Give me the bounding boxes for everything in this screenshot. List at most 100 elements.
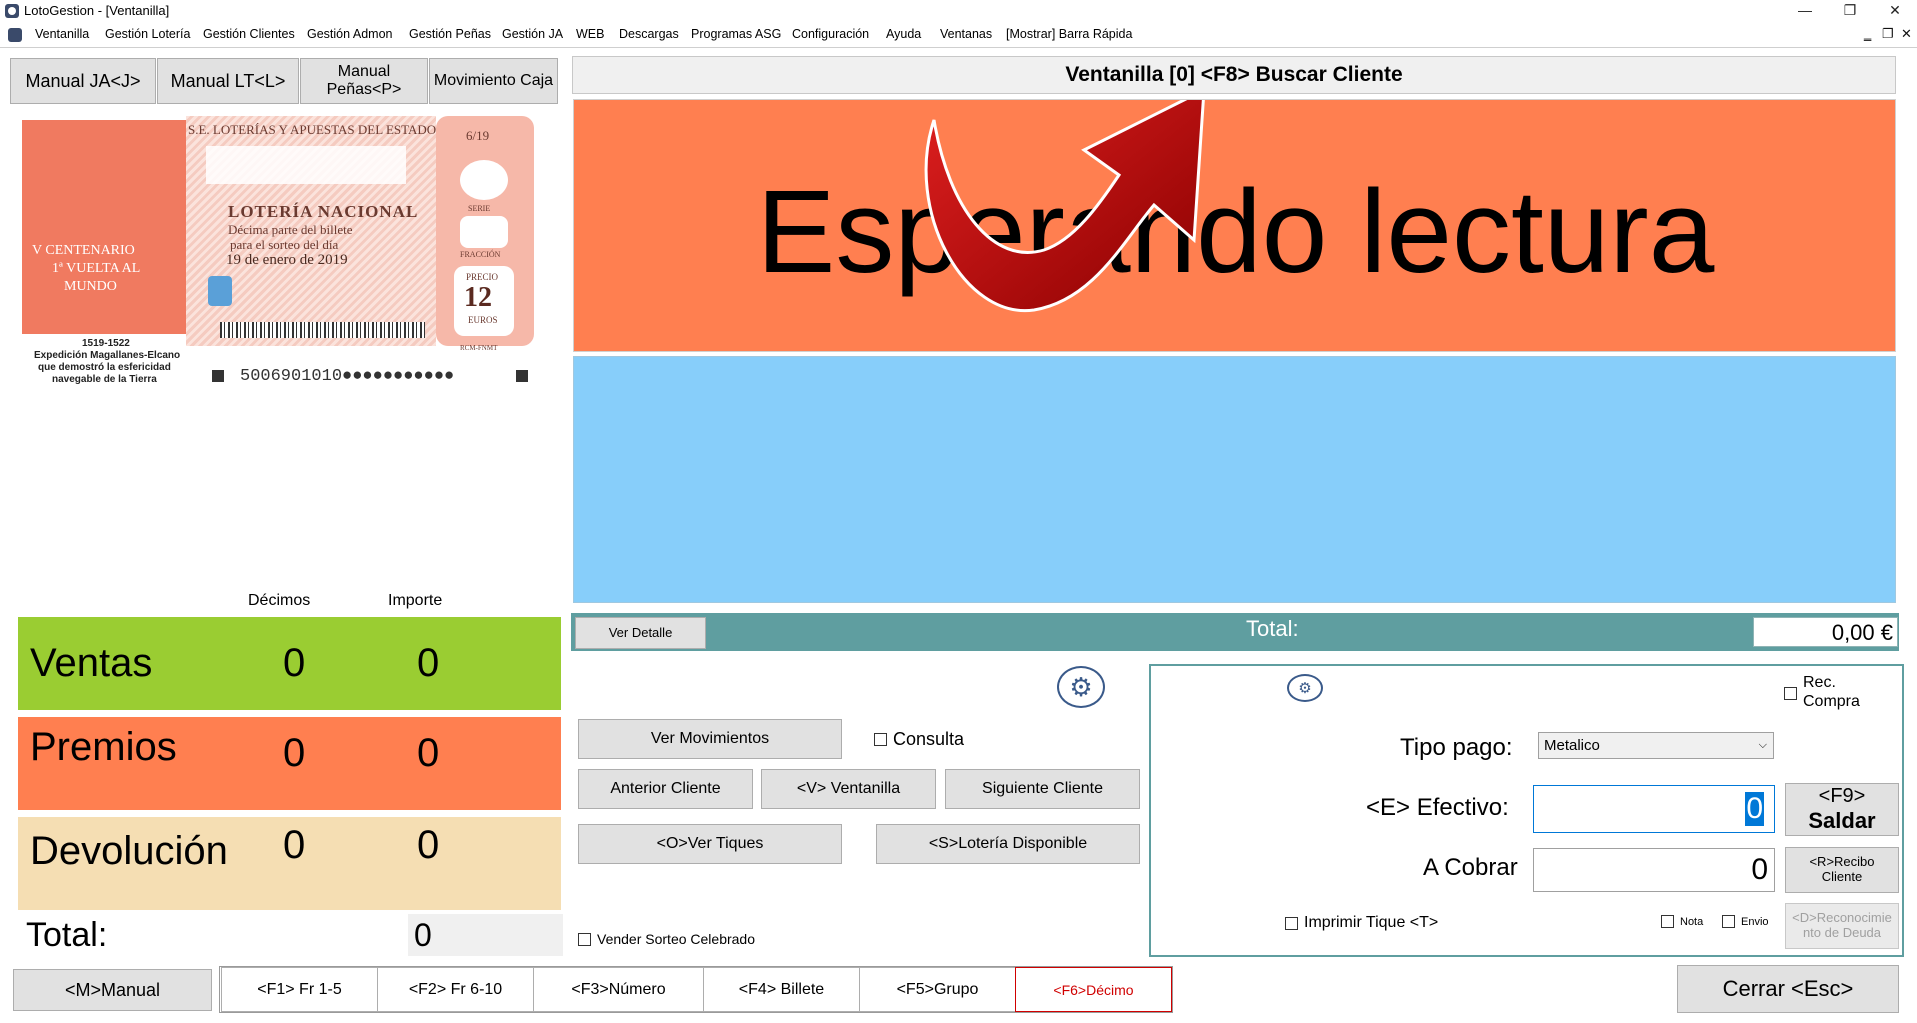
menu-ayuda[interactable]: Ayuda: [886, 27, 921, 41]
a-cobrar-label: A Cobrar: [1423, 854, 1518, 881]
ventas-label: Ventas: [30, 641, 153, 685]
f6-button[interactable]: <F6>Décimo: [1015, 967, 1172, 1012]
ticket-subtitle-1: Décima parte del billete: [228, 222, 353, 237]
consulta-checkbox-box[interactable]: [874, 733, 887, 746]
devolucion-importe: 0: [417, 823, 440, 867]
imprimir-tique-checkbox[interactable]: Imprimir Tique <T>: [1285, 914, 1438, 932]
menu-web[interactable]: WEB: [576, 27, 604, 41]
f5-button[interactable]: <F5>Grupo: [859, 967, 1016, 1012]
menu-ventanilla[interactable]: Ventanilla: [35, 27, 89, 41]
premios-importe: 0: [417, 731, 440, 775]
close-icon[interactable]: ✕: [1872, 0, 1917, 22]
menu-programas-asg[interactable]: Programas ASG: [691, 27, 781, 41]
restore-icon[interactable]: ❐: [1827, 0, 1873, 22]
menu-gestion-ja[interactable]: Gestión JA: [502, 27, 563, 41]
ticket-body: S.E. LOTERÍAS Y APUESTAS DEL ESTADO LOTE…: [186, 116, 436, 346]
vender-sorteo-checkbox[interactable]: Vender Sorteo Celebrado: [578, 931, 755, 947]
app-icon: [5, 4, 19, 18]
tipo-pago-select[interactable]: Metalico ⌵: [1538, 732, 1774, 759]
ticket-date: 19 de enero de 2019: [226, 252, 348, 268]
ventanilla-header[interactable]: Ventanilla [0] <F8> Buscar Cliente: [572, 56, 1896, 94]
ventas-box: Ventas 0 0: [18, 617, 561, 710]
f3-button[interactable]: <F3>Número: [533, 967, 704, 1012]
mdi-minimize-icon[interactable]: ‗: [1864, 26, 1871, 41]
ticket-years: 1519-1522: [82, 338, 130, 349]
siguiente-cliente-button[interactable]: Siguiente Cliente: [945, 769, 1140, 809]
ticket-number-badge: 6/19: [466, 128, 490, 143]
document-icon[interactable]: [8, 28, 22, 42]
consulta-checkbox[interactable]: Consulta: [874, 729, 964, 750]
ticket-seal-icon: [208, 276, 232, 306]
manual-lt-button[interactable]: Manual LT<L>: [157, 58, 299, 104]
stats-total-label: Total:: [26, 916, 108, 954]
envio-checkbox[interactable]: Envio: [1722, 915, 1769, 928]
vender-sorteo-checkbox-box[interactable]: [578, 932, 591, 946]
manual-ja-button[interactable]: Manual JA<J>: [10, 58, 156, 104]
minimize-icon[interactable]: —: [1782, 0, 1828, 22]
movimiento-caja-button[interactable]: Movimiento Caja: [429, 58, 558, 104]
ticket-fraccion-box: [460, 216, 508, 248]
nota-label: Nota: [1680, 915, 1704, 928]
menu-gestion-penas[interactable]: Gestión Peñas: [409, 27, 491, 41]
menu-barra-rapida[interactable]: [Mostrar] Barra Rápida: [1006, 27, 1132, 41]
f2-button[interactable]: <F2> Fr 6-10: [377, 967, 534, 1012]
recibo-cliente-button[interactable]: <R>Recibo Cliente: [1785, 847, 1899, 893]
recibo-line-1: <R>Recibo: [1809, 854, 1875, 870]
devolucion-decimos: 0: [283, 823, 306, 867]
cerrar-button[interactable]: Cerrar <Esc>: [1677, 965, 1899, 1013]
rec-compra-checkbox-box[interactable]: [1784, 687, 1797, 701]
frame-divider: [0, 47, 1917, 48]
ticket-subtitle-2: para el sorteo del día: [230, 237, 339, 252]
menu-ventanas[interactable]: Ventanas: [940, 27, 992, 41]
ticket-header: S.E. LOTERÍAS Y APUESTAS DEL ESTADO: [188, 122, 437, 137]
lottery-ticket-image: V CENTENARIO 1ª VUELTA AL MUNDO 1519-152…: [22, 116, 538, 391]
ticket-caption-2: que demostró la esfericidad: [38, 362, 171, 373]
tipo-pago-label: Tipo pago:: [1400, 734, 1513, 761]
ticket-precio-label: PRECIO: [466, 272, 499, 282]
a-cobrar-input[interactable]: 0: [1533, 848, 1775, 892]
ticket-serie-box: [460, 160, 508, 200]
reconocimiento-deuda-button[interactable]: <D>Reconocimie nto de Deuda: [1785, 903, 1899, 949]
ver-tiques-button[interactable]: <O>Ver Tiques: [578, 824, 842, 864]
menu-gestion-loteria[interactable]: Gestión Lotería: [105, 27, 190, 41]
a-cobrar-value[interactable]: 0: [1751, 853, 1768, 887]
mdi-close-icon[interactable]: ✕: [1901, 26, 1912, 42]
menu-configuracion[interactable]: Configuración: [792, 27, 869, 41]
settings-gear-icon[interactable]: ⚙: [1057, 666, 1105, 708]
ver-movimientos-button[interactable]: Ver Movimientos: [578, 719, 842, 759]
rec-compra-checkbox[interactable]: [1784, 685, 1803, 703]
manual-button[interactable]: <M>Manual: [13, 969, 212, 1011]
f4-button[interactable]: <F4> Billete: [703, 967, 860, 1012]
payment-gear-icon[interactable]: ⚙: [1287, 674, 1323, 702]
envio-checkbox-box[interactable]: [1722, 915, 1735, 928]
recibo-line-2: Cliente: [1821, 869, 1863, 884]
total-bar: [571, 613, 1899, 651]
ticket-left-panel: V CENTENARIO 1ª VUELTA AL MUNDO: [22, 120, 186, 334]
premios-decimos: 0: [283, 731, 306, 775]
efectivo-value[interactable]: 0: [1745, 792, 1764, 826]
consulta-label: Consulta: [893, 729, 965, 749]
ticket-blank-box: [206, 146, 406, 184]
devolucion-label: Devolución: [30, 829, 228, 873]
chevron-down-icon[interactable]: ⌵: [1759, 733, 1767, 758]
f1-button[interactable]: <F1> Fr 1-5: [221, 967, 378, 1012]
mdi-restore-icon[interactable]: ❐: [1882, 26, 1894, 42]
envio-label: Envio: [1741, 915, 1769, 928]
ticket-title: LOTERÍA NACIONAL: [228, 202, 419, 221]
menu-gestion-clientes[interactable]: Gestión Clientes: [203, 27, 295, 41]
status-panel: Esperando lectura: [573, 99, 1896, 352]
ventanilla-button[interactable]: <V> Ventanilla: [761, 769, 936, 809]
loteria-disponible-button[interactable]: <S>Lotería Disponible: [876, 824, 1140, 864]
saldar-button[interactable]: <F9> Saldar: [1785, 783, 1899, 836]
ticket-caption-3: navegable de la Tierra: [52, 374, 157, 385]
ver-detalle-button[interactable]: Ver Detalle: [575, 617, 706, 649]
manual-penas-button[interactable]: Manual Peñas<P>: [300, 58, 428, 104]
imprimir-checkbox-box[interactable]: [1285, 916, 1298, 930]
main-total-value: 0,00 €: [1753, 617, 1898, 647]
menu-gestion-admon[interactable]: Gestión Admon: [307, 27, 392, 41]
nota-checkbox[interactable]: Nota: [1661, 915, 1703, 928]
nota-checkbox-box[interactable]: [1661, 915, 1674, 928]
efectivo-input[interactable]: 0: [1533, 785, 1775, 833]
menu-descargas[interactable]: Descargas: [619, 27, 679, 41]
anterior-cliente-button[interactable]: Anterior Cliente: [578, 769, 753, 809]
